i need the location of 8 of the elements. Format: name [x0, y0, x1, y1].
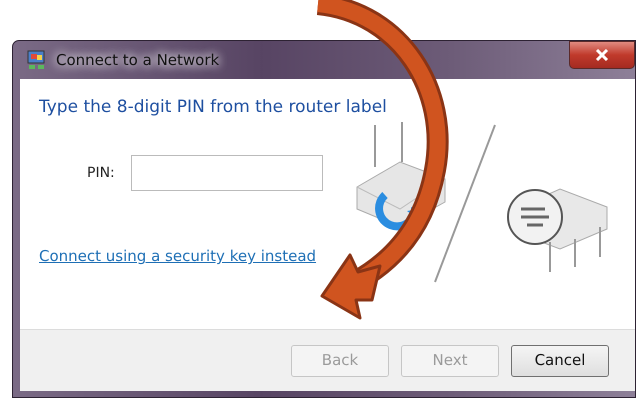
window-title: Connect to a Network [56, 50, 220, 71]
pin-field[interactable] [130, 155, 323, 192]
pin-label: PIN: [87, 164, 115, 183]
close-button[interactable] [569, 41, 635, 69]
instruction-heading: Type the 8-digit PIN from the router label [39, 97, 387, 118]
cancel-button[interactable]: Cancel [511, 344, 609, 376]
close-icon [595, 49, 609, 61]
security-key-link[interactable]: Connect using a security key instead [39, 245, 316, 268]
